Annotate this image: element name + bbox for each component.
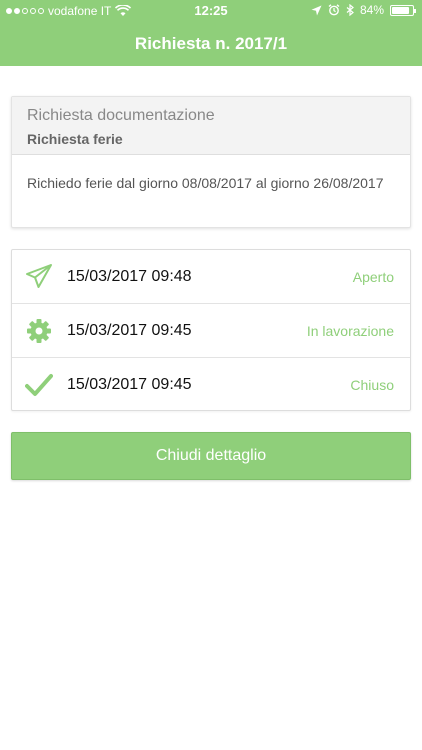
request-subject: Richiesta ferie (27, 131, 123, 147)
history-datetime: 15/03/2017 09:45 (67, 322, 192, 339)
checkmark-icon (25, 374, 53, 396)
gear-icon (27, 319, 51, 343)
history-row: 15/03/2017 09:45 Chiuso (12, 358, 410, 412)
history-datetime: 15/03/2017 09:45 (67, 376, 192, 393)
status-history-list: 15/03/2017 09:48 Aperto 15/03/2017 09:45… (11, 249, 411, 411)
status-bar: vodafone IT 12:25 84% (0, 0, 422, 22)
location-arrow-icon (311, 5, 322, 15)
alarm-clock-icon (328, 4, 340, 16)
battery-icon (390, 4, 416, 16)
history-row: 15/03/2017 09:48 Aperto (12, 250, 410, 304)
history-status: Aperto (352, 269, 394, 285)
close-detail-button[interactable]: Chiudi dettaglio (11, 432, 411, 480)
request-category: Richiesta documentazione (27, 107, 215, 124)
request-card-header: Richiesta documentazione Richiesta ferie (12, 97, 410, 155)
bluetooth-icon (346, 4, 354, 16)
status-right: 84% (311, 3, 416, 17)
history-status: In lavorazione (306, 323, 394, 339)
header: vodafone IT 12:25 84% Richiesta n. 2017/… (0, 0, 422, 66)
battery-level (392, 6, 409, 14)
history-status: Chiuso (350, 377, 394, 393)
history-row: 15/03/2017 09:45 In lavorazione (12, 304, 410, 358)
request-card: Richiesta documentazione Richiesta ferie… (11, 96, 411, 228)
history-datetime: 15/03/2017 09:48 (67, 268, 192, 285)
battery-percent: 84% (359, 3, 384, 17)
request-body: Richiedo ferie dal giorno 08/08/2017 al … (27, 175, 384, 191)
paper-plane-icon (26, 264, 52, 288)
page-title: Richiesta n. 2017/1 (134, 34, 288, 53)
